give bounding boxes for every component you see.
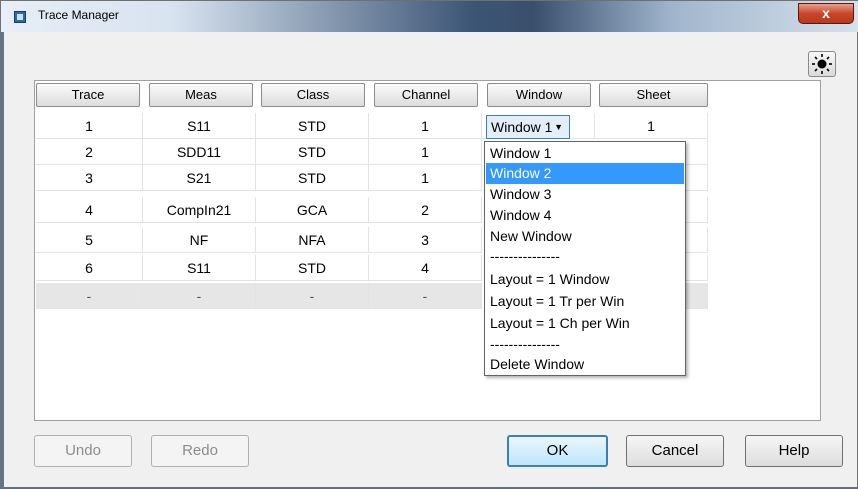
cell-meas[interactable]: S21 <box>143 165 256 191</box>
title-bar[interactable]: Trace Manager x <box>1 1 858 32</box>
cell-trace[interactable]: 2 <box>36 139 143 165</box>
cell-class[interactable]: STD <box>256 113 369 139</box>
dropdown-item-layout-1-window[interactable]: Layout = 1 Window <box>486 269 684 290</box>
column-header-meas[interactable]: Meas <box>149 83 253 107</box>
window-title: Trace Manager <box>38 8 119 22</box>
cell-trace[interactable]: - <box>36 283 143 309</box>
cancel-button[interactable]: Cancel <box>626 435 724 467</box>
dropdown-item-window-2[interactable]: Window 2 <box>486 163 684 184</box>
cell-class[interactable]: - <box>256 283 369 309</box>
cell-meas[interactable]: CompIn21 <box>143 197 256 223</box>
cell-channel[interactable]: 1 <box>369 113 482 139</box>
dropdown-separator: --------------- <box>490 336 560 352</box>
cell-meas[interactable]: SDD11 <box>143 139 256 165</box>
redo-button[interactable]: Redo <box>151 435 249 467</box>
cell-class[interactable]: GCA <box>256 197 369 223</box>
dropdown-item-layout-1-ch-per-win[interactable]: Layout = 1 Ch per Win <box>486 313 684 334</box>
column-header-trace[interactable]: Trace <box>36 83 140 107</box>
cell-trace[interactable]: 1 <box>36 113 143 139</box>
cell-trace[interactable]: 5 <box>36 227 143 253</box>
trace-manager-dialog: Trace Manager x Trace Meas Class Channel… <box>0 0 858 489</box>
dropdown-item-window-1[interactable]: Window 1 <box>486 143 684 164</box>
cell-class[interactable]: NFA <box>256 227 369 253</box>
cell-channel[interactable]: 3 <box>369 227 482 253</box>
cell-channel[interactable]: 1 <box>369 165 482 191</box>
cell-channel[interactable]: 2 <box>369 197 482 223</box>
column-header-sheet[interactable]: Sheet <box>599 83 708 107</box>
cell-sheet[interactable]: 1 <box>595 113 708 139</box>
window-dropdown-list[interactable]: Window 1 Window 2 Window 3 Window 4 New … <box>484 141 686 376</box>
sun-button[interactable] <box>808 51 836 77</box>
cell-meas[interactable]: NF <box>143 227 256 253</box>
dropdown-item-window-3[interactable]: Window 3 <box>486 184 684 205</box>
cell-trace[interactable]: 4 <box>36 197 143 223</box>
help-button[interactable]: Help <box>745 435 843 467</box>
undo-button[interactable]: Undo <box>34 435 132 467</box>
window-select[interactable]: Window 1 ▼ <box>486 115 570 139</box>
cell-trace[interactable]: 6 <box>36 255 143 281</box>
column-header-channel[interactable]: Channel <box>374 83 478 107</box>
sun-icon <box>812 54 832 74</box>
dropdown-item-new-window[interactable]: New Window <box>486 226 684 247</box>
chevron-down-icon[interactable]: ▼ <box>554 116 563 138</box>
cell-class[interactable]: STD <box>256 165 369 191</box>
cell-trace[interactable]: 3 <box>36 165 143 191</box>
column-header-class[interactable]: Class <box>261 83 365 107</box>
dropdown-item-layout-1-tr-per-win[interactable]: Layout = 1 Tr per Win <box>486 291 684 312</box>
dropdown-item-delete-window[interactable]: Delete Window <box>486 354 684 375</box>
cell-class[interactable]: STD <box>256 255 369 281</box>
cell-channel[interactable]: - <box>369 283 482 309</box>
window-select-value: Window 1 <box>491 119 553 135</box>
cell-class[interactable]: STD <box>256 139 369 165</box>
ok-button[interactable]: OK <box>507 435 608 467</box>
cell-channel[interactable]: 1 <box>369 139 482 165</box>
dropdown-separator: --------------- <box>490 248 560 264</box>
cell-meas[interactable]: - <box>143 283 256 309</box>
column-header-window[interactable]: Window <box>487 83 591 107</box>
close-button[interactable]: x <box>798 3 854 24</box>
app-icon <box>14 11 26 23</box>
dropdown-item-window-4[interactable]: Window 4 <box>486 205 684 226</box>
cell-channel[interactable]: 4 <box>369 255 482 281</box>
cell-meas[interactable]: S11 <box>143 113 256 139</box>
cell-meas[interactable]: S11 <box>143 255 256 281</box>
window-edge <box>1 32 4 489</box>
